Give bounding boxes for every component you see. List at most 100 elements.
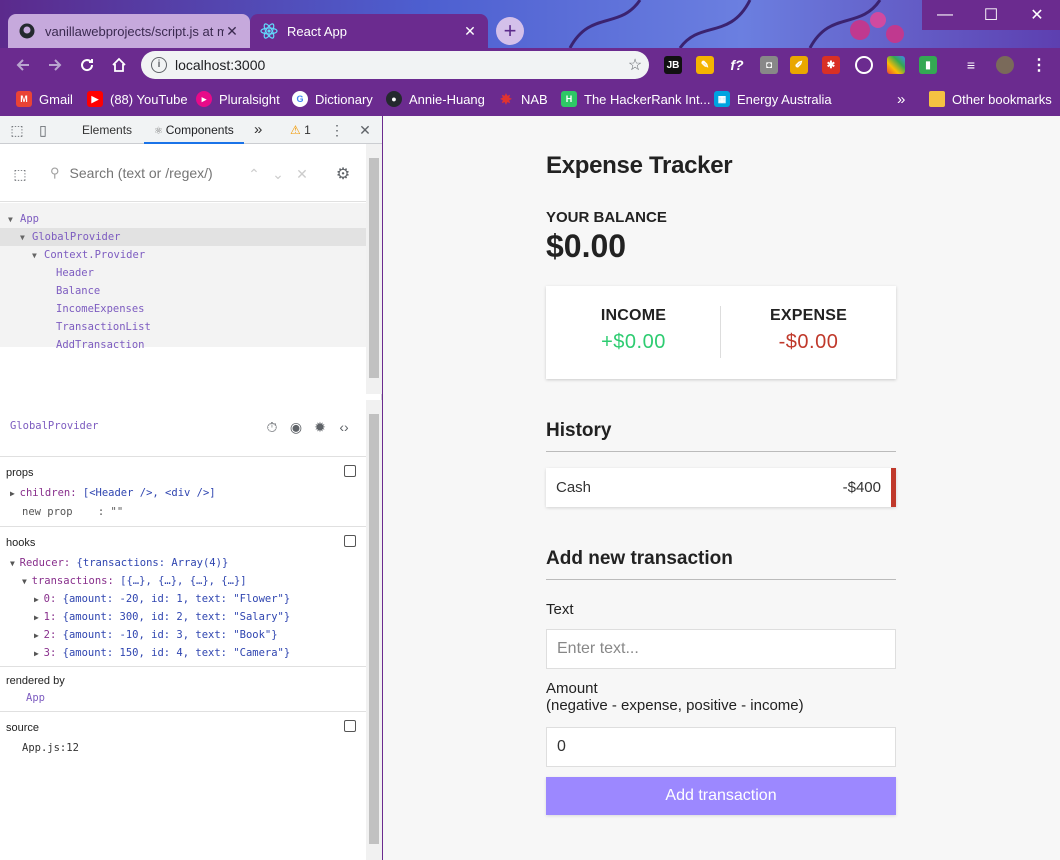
bookmark-label: Pluralsight [219,91,280,107]
chart-extension-icon[interactable]: ▮ [919,56,937,74]
tab-close-icon[interactable]: ✕ [462,23,478,40]
bookmark-hackerrank[interactable]: H The HackerRank Int... [561,89,710,109]
prop-key: children: [19,487,77,499]
entry-index: 1: [43,611,57,623]
entry-value: {amount: 300, id: 2, text: "Salary"} [62,611,291,623]
previous-result-icon[interactable]: ⌃ [246,166,262,182]
bookmark-gmail[interactable]: M Gmail [16,89,73,109]
timer-icon[interactable]: ⏱ [264,419,280,435]
camera-extension-icon[interactable]: ◘ [760,56,778,74]
inspector-scrollbar-thumb[interactable] [369,414,379,844]
view-source-icon[interactable]: ‹› [336,419,352,435]
transaction-entry[interactable]: ▶ 1: {amount: 300, id: 2, text: "Salary"… [34,611,290,623]
tree-node[interactable]: ▼ App [0,210,366,228]
bug-icon[interactable]: ✹ [312,419,328,435]
copy-icon[interactable] [344,720,356,732]
prop-value: "" [110,506,124,518]
transaction-entry[interactable]: ▶ 3: {amount: 150, id: 4, text: "Camera"… [34,647,290,659]
transaction-entry[interactable]: ▶ 0: {amount: -20, id: 1, text: "Flower"… [34,593,290,605]
devtools-menu-icon[interactable]: ⋮ [329,122,345,138]
component-search[interactable]: ⚲ [50,162,240,184]
bookmark-energy-australia[interactable]: ▦ Energy Australia [714,89,832,109]
tab-elements[interactable]: Elements [82,116,132,144]
forward-button[interactable] [42,52,68,78]
react-icon: ⚛ [154,126,166,137]
device-toolbar-icon[interactable]: ▯ [35,122,51,138]
prop-children[interactable]: ▶ children: [<Header />, <div />] [10,487,216,499]
bookmark-youtube[interactable]: ▶ (88) YouTube [87,89,188,109]
puzzle-extension-icon[interactable]: ✱ [822,56,840,74]
tree-scrollbar-thumb[interactable] [369,158,379,378]
window-maximize-button[interactable]: ☐ [968,0,1014,30]
history-item[interactable]: Cash -$400 [546,468,896,507]
devtools-close-icon[interactable]: ✕ [357,122,373,138]
settings-gear-icon[interactable]: ⚙ [335,166,351,183]
warnings-badge[interactable]: ⚠ 1 [290,116,311,144]
hook-transactions[interactable]: ▼ transactions: [{…}, {…}, {…}, {…}] [22,575,247,587]
copy-icon[interactable] [344,535,356,547]
section-title: props [6,467,34,479]
github-icon: ● [386,91,402,107]
profile-avatar[interactable] [996,56,1014,74]
back-button[interactable] [10,52,36,78]
bookmark-star-icon[interactable]: ☆ [621,55,649,75]
entry-index: 3: [43,647,57,659]
amount-input[interactable] [546,727,896,767]
inspector-scrollbar[interactable] [366,400,382,860]
browser-tab-github[interactable]: vanillawebprojects/script.js at ma ✕ [8,14,250,48]
window-close-button[interactable]: ✕ [1014,0,1060,30]
browser-menu-icon[interactable]: ⋮ [1030,56,1048,74]
bookmark-nab[interactable]: ✸ NAB [498,89,548,109]
other-bookmarks[interactable]: Other bookmarks [929,89,1052,109]
new-tab-button[interactable]: + [496,17,524,45]
home-button[interactable] [106,52,132,78]
eye-icon[interactable]: ◉ [288,419,304,435]
window-minimize-button[interactable]: — [922,0,968,30]
jetbrains-extension-icon[interactable]: JB [664,56,682,74]
add-transaction-button[interactable]: Add transaction [546,777,896,815]
next-result-icon[interactable]: ⌄ [270,166,286,182]
notes-extension-icon[interactable]: ✎ [696,56,714,74]
transaction-entry[interactable]: ▶ 2: {amount: -10, id: 3, text: "Book"} [34,629,278,641]
tree-node[interactable]: ▼ GlobalProvider [0,228,366,246]
inspect-element-icon[interactable]: ⬚ [9,122,25,138]
tree-node[interactable]: ▼ Context.Provider [0,246,366,264]
tree-node[interactable]: Balance [0,282,366,300]
media-queue-icon[interactable]: ≡ [962,56,980,74]
tab-close-icon[interactable]: ✕ [224,23,240,40]
site-info-icon[interactable]: i [151,57,167,73]
source-location[interactable]: App.js:12 [22,742,79,754]
color-extension-icon[interactable] [887,56,905,74]
tree-node[interactable]: AddTransaction [0,336,366,354]
history-item-amount: -$400 [842,479,881,496]
text-input[interactable] [546,629,896,669]
entry-value: {amount: -20, id: 1, text: "Flower"} [62,593,291,605]
browser-tab-react-app[interactable]: React App ✕ [250,14,488,48]
component-search-input[interactable] [69,165,230,181]
copy-icon[interactable] [344,465,356,477]
tab-components[interactable]: ⚛ Components [144,116,244,144]
collapse-arrow-icon: ▼ [20,233,25,242]
bookmark-annie-huang[interactable]: ● Annie-Huang [386,89,485,109]
tree-scrollbar[interactable] [366,144,382,394]
tree-node[interactable]: Header [0,264,366,282]
text-field-label: Text [546,601,574,618]
bookmarks-overflow-button[interactable]: » [897,89,905,109]
pen-extension-icon[interactable]: ✐ [790,56,808,74]
hook-reducer[interactable]: ▼ Reducer: {transactions: Array(4)} [10,557,228,569]
back-arrow-icon [16,59,29,71]
address-bar[interactable]: i localhost:3000 ☆ [141,51,649,79]
target-extension-icon[interactable] [855,56,873,74]
bookmark-dictionary[interactable]: G Dictionary [292,89,373,109]
reload-button[interactable] [74,52,100,78]
rendered-by-link[interactable]: App [26,692,45,704]
expand-arrow-icon: ▶ [34,631,44,640]
select-element-icon[interactable]: ⬚ [12,166,28,182]
function-extension-icon[interactable]: f? [728,56,746,74]
prop-new[interactable]: new prop : "" [22,506,123,518]
clear-search-icon[interactable]: ✕ [294,166,310,182]
more-tabs-button[interactable]: » [254,116,262,144]
tree-node[interactable]: IncomeExpenses [0,300,366,318]
bookmark-pluralsight[interactable]: ▸ Pluralsight [196,89,280,109]
tree-node[interactable]: TransactionList [0,318,366,336]
